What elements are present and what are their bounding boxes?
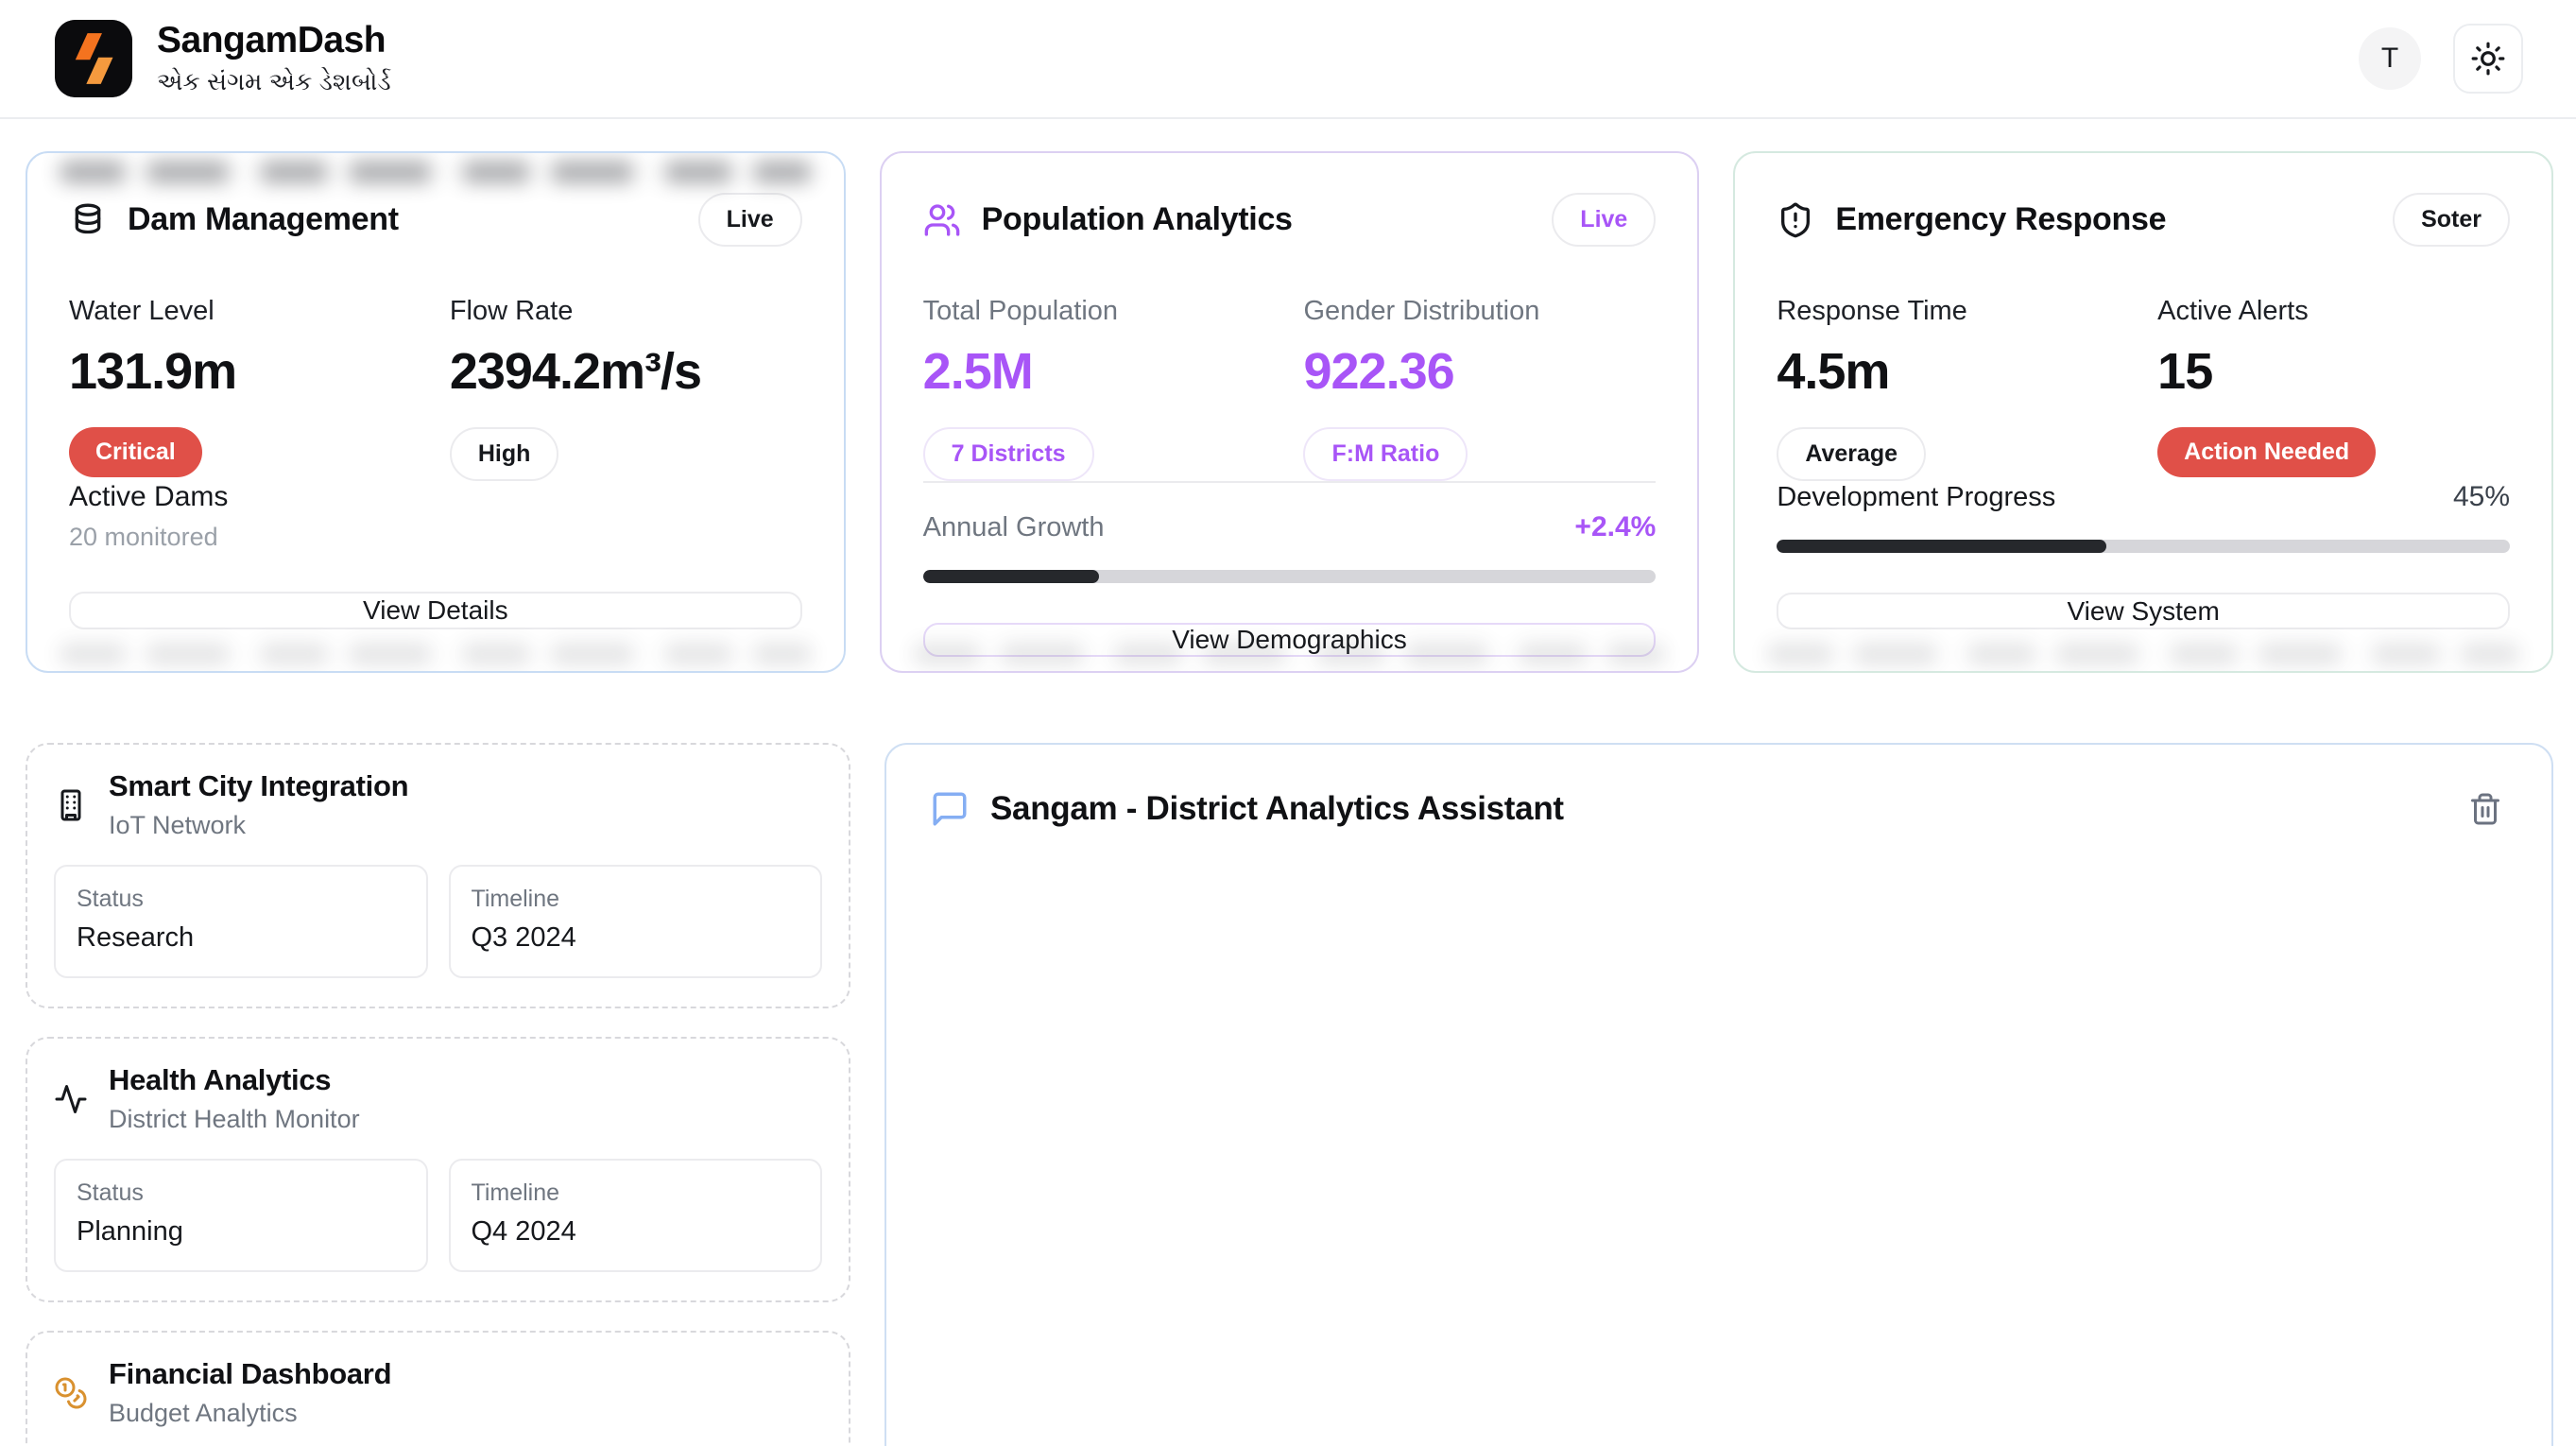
metric-label: Water Level bbox=[69, 296, 421, 327]
metric-flow-rate: Flow Rate 2394.2m³/s High bbox=[450, 296, 802, 481]
metric-value: 15 bbox=[2157, 342, 2510, 401]
live-badge: Live bbox=[1552, 193, 1656, 247]
project-title: Health Analytics bbox=[109, 1063, 360, 1097]
users-icon bbox=[923, 201, 961, 239]
metric-response-time: Response Time 4.5m Average bbox=[1777, 296, 2129, 481]
status-value: Planning bbox=[77, 1216, 405, 1248]
message-square-icon bbox=[930, 789, 970, 829]
lightning-logo-icon bbox=[55, 20, 132, 97]
progress-label: Development Progress bbox=[1777, 482, 2055, 513]
metric-label: Flow Rate bbox=[450, 296, 802, 327]
active-dams-label: Active Dams bbox=[69, 481, 802, 513]
app-logo bbox=[55, 20, 132, 97]
status-badge-average: Average bbox=[1777, 427, 1926, 481]
growth-progress-bar bbox=[923, 570, 1657, 583]
active-dams-count: 20 monitored bbox=[69, 523, 802, 552]
coins-icon bbox=[54, 1376, 88, 1410]
trash-icon bbox=[2468, 792, 2502, 826]
header-actions: T bbox=[2359, 24, 2523, 94]
user-avatar[interactable]: T bbox=[2359, 27, 2421, 90]
view-demographics-button[interactable]: View Demographics bbox=[923, 623, 1657, 657]
analytics-assistant-panel: Sangam - District Analytics Assistant bbox=[884, 743, 2553, 1446]
growth-label: Annual Growth bbox=[923, 512, 1105, 543]
ratio-badge: F:M Ratio bbox=[1303, 427, 1468, 481]
stats-row: Dam Management Live Water Level 131.9m C… bbox=[26, 151, 2553, 673]
metric-value: 922.36 bbox=[1303, 342, 1656, 401]
decorative-blur-strip bbox=[60, 643, 812, 665]
development-progress-fill bbox=[1777, 540, 2106, 553]
project-subtitle: Budget Analytics bbox=[109, 1399, 391, 1428]
assistant-title: Sangam - District Analytics Assistant bbox=[990, 790, 2442, 828]
metric-label: Gender Distribution bbox=[1303, 296, 1656, 327]
status-badge-critical: Critical bbox=[69, 427, 202, 477]
view-system-button[interactable]: View System bbox=[1777, 593, 2510, 629]
metric-total-population: Total Population 2.5M 7 Districts bbox=[923, 296, 1276, 481]
metric-label: Active Alerts bbox=[2157, 296, 2510, 327]
metric-gender-distribution: Gender Distribution 922.36 F:M Ratio bbox=[1303, 296, 1656, 481]
active-dams-summary: Active Dams 20 monitored bbox=[69, 481, 802, 552]
project-title: Financial Dashboard bbox=[109, 1357, 391, 1391]
status-box: Status Planning bbox=[54, 1159, 428, 1272]
building-icon bbox=[54, 788, 88, 822]
card-title: Emergency Response bbox=[1835, 201, 2372, 238]
development-progress-bar bbox=[1777, 540, 2510, 553]
activity-icon bbox=[54, 1082, 88, 1116]
project-subtitle: District Health Monitor bbox=[109, 1105, 360, 1134]
timeline-label: Timeline bbox=[472, 886, 800, 913]
metric-value: 131.9m bbox=[69, 342, 421, 401]
status-box: Status Research bbox=[54, 865, 428, 978]
status-label: Status bbox=[77, 1179, 405, 1207]
timeline-label: Timeline bbox=[472, 1179, 800, 1207]
status-badge-high: High bbox=[450, 427, 559, 481]
card-title: Population Analytics bbox=[982, 201, 1532, 238]
theme-toggle-button[interactable] bbox=[2453, 24, 2523, 94]
sun-icon bbox=[2470, 41, 2506, 77]
metric-value: 2394.2m³/s bbox=[450, 342, 802, 401]
financial-dashboard-card: Financial Dashboard Budget Analytics Sta… bbox=[26, 1331, 850, 1446]
timeline-box: Timeline Q3 2024 bbox=[449, 865, 823, 978]
database-icon bbox=[69, 201, 107, 239]
app-subtitle: એક સંગમ એક ડેશબોર્ડ bbox=[157, 67, 391, 97]
shield-alert-icon bbox=[1777, 201, 1814, 239]
timeline-value: Q4 2024 bbox=[472, 1216, 800, 1248]
status-label: Status bbox=[77, 886, 405, 913]
decorative-blur-strip bbox=[60, 161, 812, 183]
metric-value: 2.5M bbox=[923, 342, 1276, 401]
growth-progress-fill bbox=[923, 570, 1099, 583]
districts-badge: 7 Districts bbox=[923, 427, 1094, 481]
status-value: Research bbox=[77, 922, 405, 954]
project-column: Smart City Integration IoT Network Statu… bbox=[26, 743, 850, 1446]
population-analytics-card: Population Analytics Live Total Populati… bbox=[880, 151, 1700, 673]
soter-badge: Soter bbox=[2393, 193, 2510, 247]
health-analytics-card: Health Analytics District Health Monitor… bbox=[26, 1037, 850, 1302]
app-header: SangamDash એક સંગમ એક ડેશબોર્ડ T bbox=[0, 0, 2576, 119]
metric-water-level: Water Level 131.9m Critical bbox=[69, 296, 421, 481]
lower-section: Smart City Integration IoT Network Statu… bbox=[26, 743, 2553, 1446]
metric-value: 4.5m bbox=[1777, 342, 2129, 401]
dam-management-card: Dam Management Live Water Level 131.9m C… bbox=[26, 151, 846, 673]
project-title: Smart City Integration bbox=[109, 769, 408, 803]
metric-active-alerts: Active Alerts 15 Action Needed bbox=[2157, 296, 2510, 481]
live-badge: Live bbox=[698, 193, 802, 247]
clear-chat-button[interactable] bbox=[2463, 786, 2508, 832]
development-progress-section: Development Progress 45% bbox=[1777, 481, 2510, 553]
card-title: Dam Management bbox=[128, 201, 678, 238]
growth-value: +2.4% bbox=[1574, 511, 1656, 543]
timeline-box: Timeline Q4 2024 bbox=[449, 1159, 823, 1272]
project-subtitle: IoT Network bbox=[109, 811, 408, 840]
timeline-value: Q3 2024 bbox=[472, 922, 800, 954]
progress-value: 45% bbox=[2453, 481, 2510, 513]
metric-label: Response Time bbox=[1777, 296, 2129, 327]
emergency-response-card: Emergency Response Soter Response Time 4… bbox=[1733, 151, 2553, 673]
app-title: SangamDash bbox=[157, 20, 391, 61]
status-badge-action-needed: Action Needed bbox=[2157, 427, 2376, 477]
metric-label: Total Population bbox=[923, 296, 1276, 327]
brand: SangamDash એક સંગમ એક ડેશબોર્ડ bbox=[55, 20, 391, 97]
view-details-button[interactable]: View Details bbox=[69, 592, 802, 629]
main-content: Dam Management Live Water Level 131.9m C… bbox=[0, 119, 2576, 1446]
smart-city-card: Smart City Integration IoT Network Statu… bbox=[26, 743, 850, 1008]
annual-growth-section: Annual Growth +2.4% bbox=[923, 481, 1657, 583]
brand-text: SangamDash એક સંગમ એક ડેશબોર્ડ bbox=[157, 20, 391, 97]
decorative-blur-strip bbox=[1767, 643, 2519, 665]
